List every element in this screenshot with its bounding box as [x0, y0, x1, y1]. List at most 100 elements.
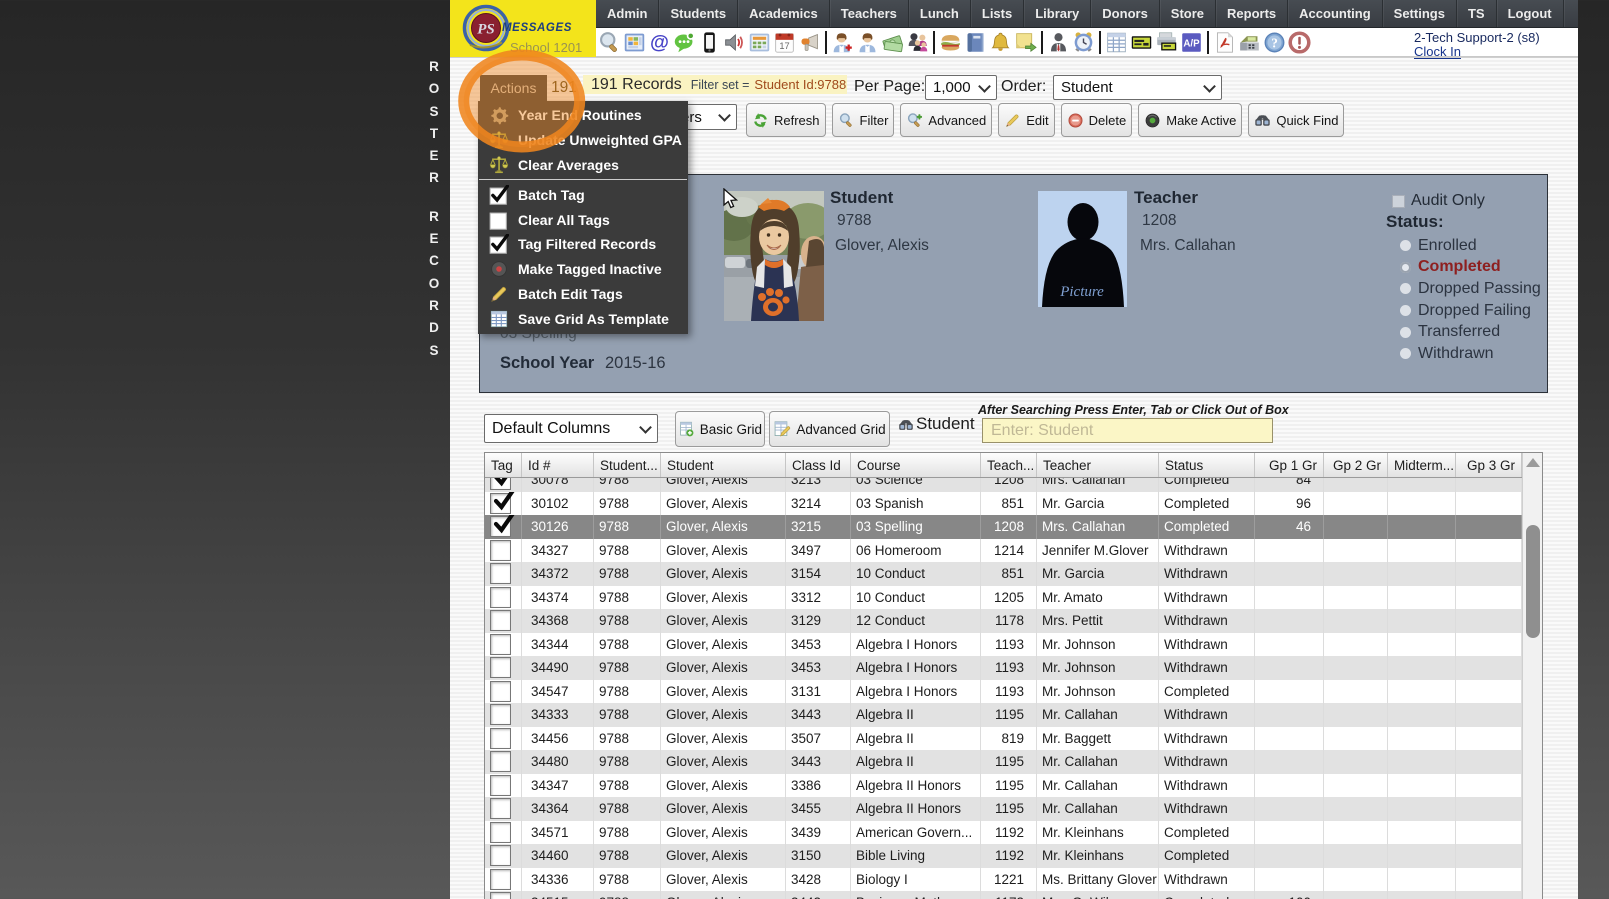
- person-tie-icon[interactable]: [1046, 30, 1071, 56]
- at-icon[interactable]: [647, 30, 672, 56]
- tag-cell[interactable]: [485, 515, 522, 539]
- menu-item-update-unweighted-gpa[interactable]: Update Unweighted GPA: [478, 128, 688, 153]
- columns-select[interactable]: Default Columns: [484, 414, 658, 443]
- col-header-gp3[interactable]: Gp 3 Gr: [1456, 453, 1522, 477]
- menu-item-year-end-routines[interactable]: Year End Routines: [478, 103, 688, 128]
- money-icon[interactable]: [880, 30, 905, 56]
- nav-item-admin[interactable]: Admin: [596, 0, 659, 27]
- tag-cell[interactable]: [485, 797, 522, 821]
- chat-icon[interactable]: [672, 30, 697, 56]
- speaker-icon[interactable]: [722, 30, 747, 56]
- menu-item-clear-averages[interactable]: Clear Averages: [478, 153, 688, 178]
- tag-cell[interactable]: [485, 750, 522, 774]
- col-header-teacher[interactable]: Teacher: [1037, 453, 1159, 477]
- nav-item-library[interactable]: Library: [1024, 0, 1091, 27]
- help-icon[interactable]: [1262, 30, 1287, 56]
- book-icon[interactable]: [963, 30, 988, 56]
- tag-cell[interactable]: [485, 492, 522, 516]
- nav-item-lists[interactable]: Lists: [971, 0, 1024, 27]
- nav-item-lunch[interactable]: Lunch: [909, 0, 971, 27]
- tag-cell[interactable]: [485, 821, 522, 845]
- row-checkbox[interactable]: [490, 751, 511, 772]
- row-checkbox[interactable]: [490, 610, 511, 631]
- col-header-midterm[interactable]: Midterm...: [1388, 453, 1456, 477]
- col-header-class_id[interactable]: Class Id: [786, 453, 851, 477]
- family-icon[interactable]: [905, 30, 930, 56]
- person-icon[interactable]: [855, 30, 880, 56]
- table-row[interactable]: 34460 9788 Glover, Alexis 3150 Bible Liv…: [485, 844, 1522, 868]
- tag-cell[interactable]: [485, 844, 522, 868]
- row-checkbox[interactable]: [490, 728, 511, 749]
- nav-item-ts[interactable]: TS: [1457, 0, 1497, 27]
- search-icon[interactable]: [597, 30, 622, 56]
- status-radio-transferred[interactable]: Transferred: [1400, 321, 1541, 343]
- menu-item-batch-tag[interactable]: Batch Tag: [478, 182, 688, 207]
- row-checkbox-checked[interactable]: [490, 516, 511, 537]
- row-checkbox[interactable]: [490, 775, 511, 796]
- tag-cell[interactable]: [485, 703, 522, 727]
- nav-item-academics[interactable]: Academics: [738, 0, 830, 27]
- status-radio-dropped-passing[interactable]: Dropped Passing: [1400, 278, 1541, 300]
- tag-cell[interactable]: [485, 680, 522, 704]
- row-checkbox[interactable]: [490, 798, 511, 819]
- bell-icon[interactable]: [988, 30, 1013, 56]
- table-row[interactable]: 34456 9788 Glover, Alexis 3507 Algebra I…: [485, 727, 1522, 751]
- spreadsheet-icon[interactable]: [1104, 30, 1129, 56]
- table-row[interactable]: 34327 9788 Glover, Alexis 3497 06 Homero…: [485, 539, 1522, 563]
- col-header-student[interactable]: Student: [661, 453, 786, 477]
- calendar-icon[interactable]: [747, 30, 772, 56]
- edit-button[interactable]: Edit: [998, 103, 1054, 137]
- dashboard-icon[interactable]: [622, 30, 647, 56]
- row-checkbox[interactable]: [490, 681, 511, 702]
- tag-cell[interactable]: [485, 868, 522, 892]
- col-header-tag[interactable]: Tag: [485, 453, 522, 477]
- nav-item-accounting[interactable]: Accounting: [1288, 0, 1383, 27]
- tag-cell[interactable]: [485, 562, 522, 586]
- nav-item-logout[interactable]: Logout: [1497, 0, 1564, 27]
- note-arrow-icon[interactable]: [1013, 30, 1038, 56]
- alert-icon[interactable]: [1287, 30, 1312, 56]
- actions-button[interactable]: Actions: [480, 75, 547, 101]
- quick-find-button[interactable]: Quick Find: [1248, 103, 1344, 137]
- tag-cell[interactable]: [485, 727, 522, 751]
- ap-icon[interactable]: [1179, 30, 1204, 56]
- table-row[interactable]: 34571 9788 Glover, Alexis 3439 American …: [485, 821, 1522, 845]
- row-checkbox[interactable]: [490, 540, 511, 561]
- pdf-icon[interactable]: [1212, 30, 1237, 56]
- row-checkbox[interactable]: [490, 869, 511, 890]
- printer-card-icon[interactable]: [1154, 30, 1179, 56]
- table-row[interactable]: 34344 9788 Glover, Alexis 3453 Algebra I…: [485, 633, 1522, 657]
- col-header-gp1[interactable]: Gp 1 Gr: [1255, 453, 1324, 477]
- table-row[interactable]: 34374 9788 Glover, Alexis 3312 10 Conduc…: [485, 586, 1522, 610]
- row-checkbox[interactable]: [490, 892, 511, 899]
- menu-item-tag-filtered-records[interactable]: Tag Filtered Records: [478, 232, 688, 257]
- nurse-icon[interactable]: [830, 30, 855, 56]
- per-page-select[interactable]: 1,000: [925, 75, 997, 100]
- tag-cell[interactable]: [485, 609, 522, 633]
- status-radio-withdrawn[interactable]: Withdrawn: [1400, 343, 1541, 365]
- col-header-teacher_id[interactable]: Teach...: [981, 453, 1037, 477]
- tag-cell[interactable]: [485, 586, 522, 610]
- student-photo[interactable]: [724, 191, 824, 321]
- advanced-grid-button[interactable]: Advanced Grid: [769, 411, 890, 447]
- sandwich-icon[interactable]: [938, 30, 963, 56]
- delete-button[interactable]: Delete: [1061, 103, 1133, 137]
- table-row[interactable]: 34336 9788 Glover, Alexis 3428 Biology I…: [485, 868, 1522, 892]
- scrollbar-thumb[interactable]: [1526, 525, 1540, 638]
- alarm-icon[interactable]: [1071, 30, 1096, 56]
- nav-item-reports[interactable]: Reports: [1216, 0, 1288, 27]
- col-header-status[interactable]: Status: [1159, 453, 1255, 477]
- status-radio-enrolled[interactable]: Enrolled: [1400, 235, 1541, 257]
- table-row[interactable]: 34547 9788 Glover, Alexis 3131 Algebra I…: [485, 680, 1522, 704]
- basic-grid-button[interactable]: Basic Grid: [675, 411, 765, 447]
- row-checkbox[interactable]: [490, 704, 511, 725]
- card-icon[interactable]: [1129, 30, 1154, 56]
- table-row[interactable]: 30102 9788 Glover, Alexis 3214 03 Spanis…: [485, 492, 1522, 516]
- tag-cell[interactable]: [485, 478, 522, 492]
- filter-button[interactable]: Filter: [832, 103, 895, 137]
- table-row[interactable]: 34368 9788 Glover, Alexis 3129 12 Conduc…: [485, 609, 1522, 633]
- table-row[interactable]: 34333 9788 Glover, Alexis 3443 Algebra I…: [485, 703, 1522, 727]
- scroll-up-arrow-icon[interactable]: [1526, 458, 1540, 467]
- nav-item-donors[interactable]: Donors: [1091, 0, 1160, 27]
- tag-cell[interactable]: [485, 891, 522, 899]
